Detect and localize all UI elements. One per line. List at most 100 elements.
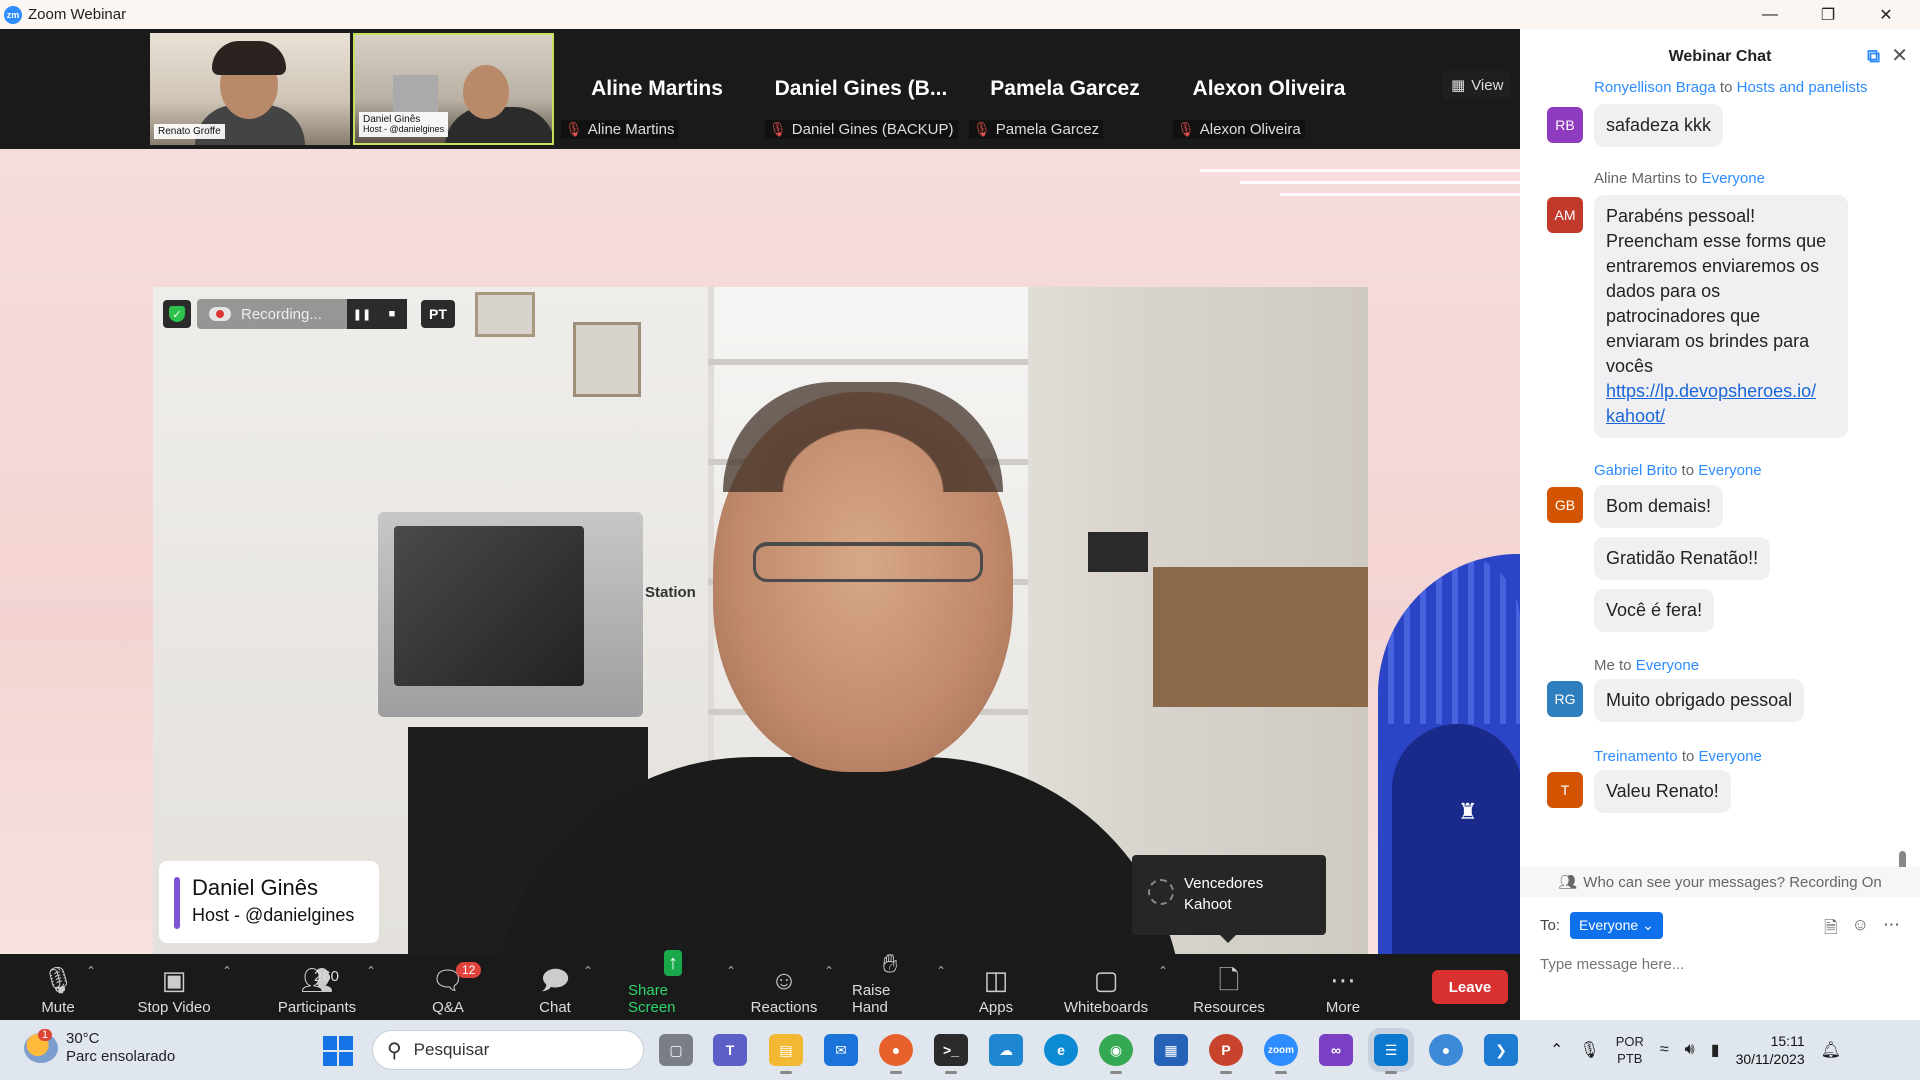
chat-button[interactable]: 🗩︎ Chat ⌃: [535, 960, 593, 1016]
webinar-chat-panel: Webinar Chat ⧉ ✕ Ronyellison Braga to Ho…: [1520, 29, 1920, 1020]
message-link[interactable]: https://lp.devopsheroes.io/kahoot/: [1606, 381, 1816, 426]
notepad-icon[interactable]: ☰: [1368, 1028, 1414, 1074]
message-text: Parabéns pessoal! Preencham esse forms q…: [1606, 206, 1827, 376]
raise-hand-button[interactable]: ✋︎ Raise Hand ⌃: [852, 950, 946, 1016]
video-strip: Renato Groffe Daniel Ginês Host - @danie…: [0, 29, 1520, 149]
mail-icon[interactable]: ✉: [824, 1034, 858, 1066]
participant-video-daniel[interactable]: Daniel Ginês Host - @danielgines: [353, 33, 554, 145]
qa-button[interactable]: 🗨︎ 12 Q&A: [428, 960, 482, 1016]
message-sender-line: Treinamento to Everyone: [1594, 748, 1762, 765]
speaker-video[interactable]: Station: [153, 287, 1368, 954]
battery-icon[interactable]: ▮: [1711, 1040, 1720, 1060]
chevron-up-icon[interactable]: ⌃: [366, 964, 376, 978]
recording-controls: ✓ Recording... ❚❚ ■ PT: [163, 299, 455, 329]
more-button[interactable]: ⋯ More: [1323, 960, 1363, 1016]
chevron-up-icon[interactable]: ⌃: [222, 964, 232, 978]
participant-label-text: Daniel Gines (BACKUP): [791, 121, 954, 138]
restore-icon[interactable]: ❐: [1800, 0, 1856, 29]
participants-button[interactable]: 👥︎ 260 Participants ⌃: [276, 960, 376, 1016]
grid-view-icon: ▦: [1451, 77, 1466, 94]
chrome-icon[interactable]: ◉: [1099, 1034, 1133, 1074]
file-icon[interactable]: 🗎︎: [1824, 915, 1838, 944]
chat-message-input[interactable]: [1540, 951, 1900, 977]
language-badge[interactable]: PT: [421, 300, 455, 328]
participant-tile-aline[interactable]: Aline Martins 🎙︎ Aline Martins: [557, 33, 757, 145]
tooltip-line-2: Kahoot: [1184, 896, 1232, 913]
terminal-icon[interactable]: >_: [934, 1034, 968, 1074]
chevron-up-icon[interactable]: ⌃: [936, 964, 946, 978]
azure-icon[interactable]: ☁: [989, 1034, 1023, 1066]
teams-icon[interactable]: T: [713, 1034, 747, 1066]
participant-tile-pamela[interactable]: Pamela Garcez 🎙︎ Pamela Garcez: [965, 33, 1165, 145]
windows-start-icon[interactable]: [323, 1036, 353, 1066]
decorative-arch: ♜: [1378, 554, 1520, 954]
recipient-dropdown[interactable]: Everyone ⌄: [1570, 912, 1663, 939]
notification-bell-icon[interactable]: 🔔︎: [1821, 1040, 1841, 1060]
to-label: To:: [1540, 917, 1561, 934]
minimize-icon[interactable]: —: [1742, 0, 1798, 29]
chat-title: Webinar Chat: [1668, 48, 1772, 65]
sender-name[interactable]: Aline Martins: [1594, 170, 1681, 187]
edge-icon[interactable]: e: [1044, 1034, 1078, 1066]
sender-name[interactable]: Ronyellison Braga: [1594, 79, 1716, 96]
chat-bubble-icon: 🗩︎: [540, 965, 570, 995]
mute-button[interactable]: 🎙︎ Mute ⌃: [38, 960, 96, 1016]
chevron-up-icon[interactable]: ⌃: [1550, 1040, 1563, 1060]
speaker-name-card: Daniel Ginês Host - @danielgines: [159, 861, 379, 943]
language-indicator[interactable]: POR PTB: [1616, 1033, 1644, 1067]
reactions-label: Reactions: [750, 999, 818, 1016]
chevron-up-icon[interactable]: ⌃: [726, 964, 736, 978]
file-explorer-icon[interactable]: ▢: [659, 1034, 693, 1066]
view-button[interactable]: ▦ View: [1443, 71, 1512, 99]
apps-button[interactable]: ◫ Apps: [976, 960, 1016, 1016]
chevron-up-icon[interactable]: ⌃: [86, 964, 96, 978]
reactions-button[interactable]: ☺ Reactions ⌃: [750, 960, 834, 1016]
resource-tooltip[interactable]: Vencedores Kahoot: [1132, 855, 1326, 943]
participant-tile-daniel-backup[interactable]: Daniel Gines (B... 🎙︎ Daniel Gines (BACKU…: [761, 33, 961, 145]
resources-icon: 🗋︎: [1218, 965, 1240, 995]
globe-icon[interactable]: ●: [1429, 1034, 1463, 1066]
sender-name[interactable]: Treinamento: [1594, 748, 1678, 765]
whiteboards-button[interactable]: ▢ Whiteboards ⌃: [1062, 960, 1168, 1016]
stop-recording-icon[interactable]: ■: [377, 299, 407, 329]
firefox-icon[interactable]: ●: [879, 1034, 913, 1074]
visual-studio-icon[interactable]: ∞: [1319, 1034, 1353, 1066]
chevron-up-icon[interactable]: ⌃: [1158, 964, 1168, 978]
chat-label: Chat: [539, 999, 571, 1016]
pause-recording-icon[interactable]: ❚❚: [347, 299, 377, 329]
to-word: to: [1684, 170, 1698, 187]
vscode-icon[interactable]: ❯: [1484, 1034, 1518, 1066]
chevron-up-icon[interactable]: ⌃: [824, 964, 834, 978]
close-chat-icon[interactable]: ✕: [1891, 43, 1908, 68]
sender-name[interactable]: Gabriel Brito: [1594, 462, 1677, 479]
chevron-up-icon[interactable]: ⌃: [583, 964, 593, 978]
message-link-line-2: kahoot/: [1606, 406, 1666, 426]
resources-button[interactable]: 🗋︎ Resources: [1193, 960, 1265, 1016]
zoom-icon[interactable]: zoom: [1264, 1034, 1298, 1074]
powerpoint-icon[interactable]: P: [1209, 1034, 1243, 1074]
more-options-icon[interactable]: ⋯: [1883, 915, 1900, 944]
participant-video-renato[interactable]: Renato Groffe: [150, 33, 350, 145]
visibility-notice[interactable]: 👥︎ Who can see your messages? Recording …: [1520, 867, 1920, 897]
wifi-icon[interactable]: ≈: [1660, 1041, 1669, 1059]
taskbar-search[interactable]: ⚲ Pesquisar: [372, 1030, 644, 1070]
apps-label: Apps: [978, 999, 1014, 1016]
participant-tile-alexon[interactable]: Alexon Oliveira 🎙︎ Alexon Oliveira: [1169, 33, 1369, 145]
message-sender-line: Me to Everyone: [1594, 657, 1699, 674]
message-link-line-1: https://lp.devopsheroes.io/: [1606, 381, 1817, 401]
security-shield-icon[interactable]: ✓: [163, 300, 191, 328]
pop-out-icon[interactable]: ⧉: [1867, 46, 1880, 67]
weather-widget[interactable]: 1 30°C Parc ensolarado: [24, 1029, 175, 1066]
raise-hand-label: Raise Hand: [852, 982, 891, 1016]
stop-video-button[interactable]: ▣ Stop Video ⌃: [134, 960, 232, 1016]
qa-label: Q&A: [432, 999, 464, 1016]
clock[interactable]: 15:11 30/11/2023: [1736, 1032, 1805, 1068]
folder-icon[interactable]: ▤: [769, 1034, 803, 1074]
app-grid-icon[interactable]: ▦: [1154, 1034, 1188, 1066]
leave-button[interactable]: Leave: [1432, 970, 1508, 1004]
volume-icon[interactable]: 🔊︎: [1685, 1041, 1695, 1059]
emoji-icon[interactable]: ☺: [1852, 915, 1869, 944]
microphone-icon[interactable]: 🎙︎: [1579, 1040, 1599, 1060]
close-icon[interactable]: ✕: [1858, 0, 1914, 29]
share-screen-button[interactable]: ↑ Share Screen ⌃: [628, 950, 736, 1016]
